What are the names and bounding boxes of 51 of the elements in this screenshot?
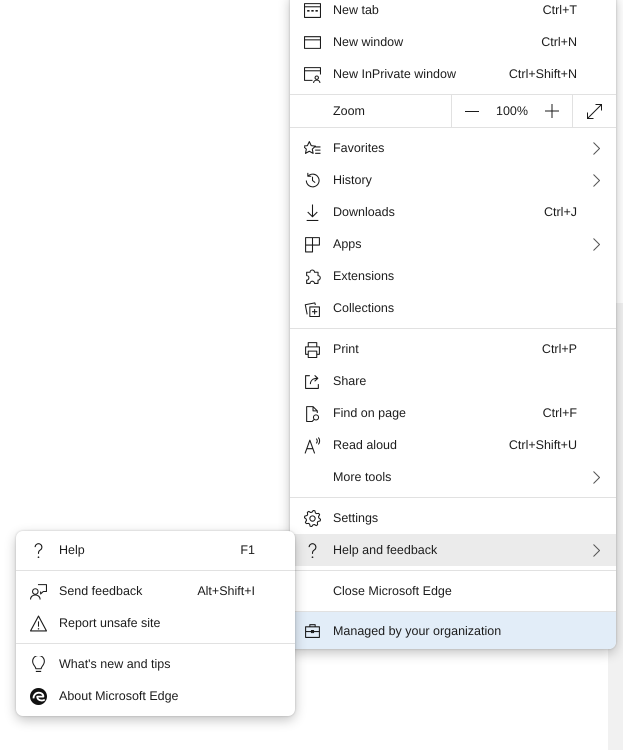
menu-item[interactable]: New InPrivate window Ctrl+Shift+N — [290, 58, 616, 90]
menu-item[interactable]: Favorites — [290, 132, 616, 164]
private-window-icon — [304, 66, 321, 82]
download-icon — [304, 204, 321, 220]
menu-item[interactable]: Extensions — [290, 260, 616, 292]
apps-grid-icon — [304, 236, 321, 252]
star-list-icon — [304, 140, 321, 156]
keyboard-shortcut: Ctrl+T — [542, 3, 577, 17]
zoom-label: Zoom — [332, 103, 366, 120]
read-aloud-icon — [304, 436, 321, 454]
menu-item[interactable]: New tab Ctrl+T — [290, 0, 616, 26]
lightbulb-icon — [30, 656, 47, 672]
keyboard-shortcut: Ctrl+F — [542, 406, 577, 420]
menu-item[interactable]: What's new and tips — [16, 648, 295, 680]
keyboard-shortcut: F1 — [240, 543, 255, 557]
window-icon — [304, 34, 321, 50]
history-icon — [304, 172, 321, 188]
menu-item[interactable]: Apps — [290, 228, 616, 260]
menu-item[interactable]: Downloads Ctrl+J — [290, 196, 616, 228]
zoom-level: 100% — [495, 103, 529, 120]
briefcase-icon — [304, 622, 321, 639]
menu-item[interactable]: Print Ctrl+P — [290, 333, 616, 365]
menu-item[interactable]: Find on page Ctrl+F — [290, 397, 616, 429]
swirl-logo-icon — [30, 688, 47, 704]
plus-icon — [545, 104, 559, 118]
feedback-icon — [30, 582, 47, 600]
menu-item[interactable]: Settings — [290, 502, 616, 534]
menu-item[interactable]: Collections — [290, 292, 616, 324]
expand-icon — [587, 104, 602, 118]
minus-icon — [465, 110, 479, 112]
keyboard-shortcut: Ctrl+P — [542, 342, 577, 356]
menu-item[interactable]: More tools — [290, 461, 616, 493]
keyboard-shortcut: Ctrl+Shift+N — [508, 67, 577, 81]
tab-icon — [304, 2, 321, 18]
menu-item[interactable]: About Microsoft Edge — [16, 680, 295, 712]
keyboard-shortcut: Alt+Shift+I — [197, 584, 255, 598]
printer-icon — [304, 340, 321, 358]
share-icon — [304, 372, 321, 390]
keyboard-shortcut: Ctrl+J — [544, 205, 577, 219]
menu-item[interactable]: Send feedback Alt+Shift+I — [16, 575, 295, 607]
menu-item[interactable]: Share — [290, 365, 616, 397]
puzzle-icon — [304, 268, 321, 284]
menu-item[interactable]: New window Ctrl+N — [290, 26, 616, 58]
keyboard-shortcut: Ctrl+N — [541, 35, 577, 49]
find-page-icon — [304, 404, 321, 422]
collections-icon — [304, 300, 321, 316]
warning-icon — [30, 614, 47, 632]
keyboard-shortcut: Ctrl+Shift+U — [508, 438, 577, 452]
menu-item[interactable]: Read aloud Ctrl+Shift+U — [290, 429, 616, 461]
menu-item[interactable]: History — [290, 164, 616, 196]
settings-icon — [304, 510, 321, 526]
